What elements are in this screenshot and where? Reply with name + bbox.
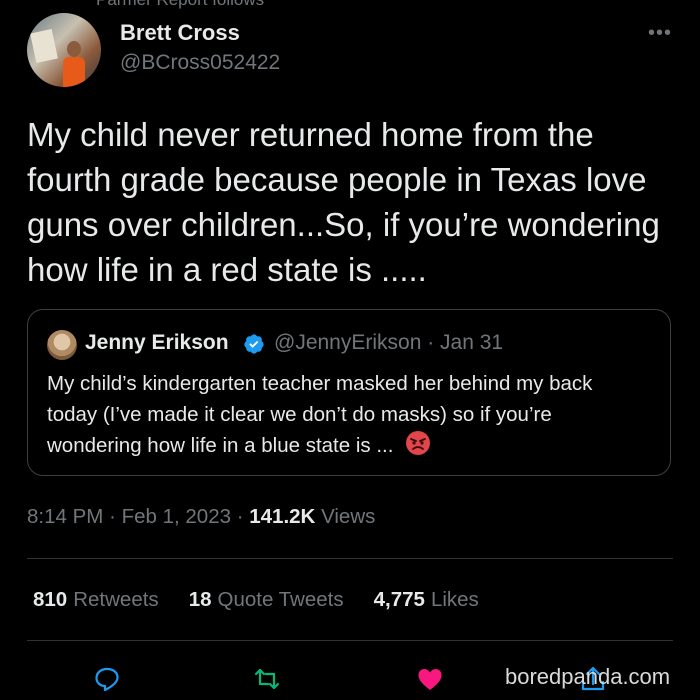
- top-context-text: Parmer Report follows: [96, 0, 264, 10]
- retweets-count: 810: [33, 588, 68, 611]
- author-handle[interactable]: @BCross052422: [120, 51, 280, 75]
- more-horizontal-icon[interactable]: •••: [648, 22, 672, 45]
- retweet-icon[interactable]: [252, 664, 282, 694]
- watermark: boredpanda.com: [505, 664, 671, 689]
- likes-stat[interactable]: 4,775 Likes: [374, 588, 479, 612]
- author-name[interactable]: Brett Cross: [120, 20, 240, 46]
- reply-icon[interactable]: [92, 664, 122, 694]
- divider: [27, 640, 673, 641]
- divider: [27, 558, 673, 559]
- likes-label: Likes: [430, 588, 479, 611]
- views-count: 141.2K: [249, 505, 316, 528]
- views-label: Views: [321, 505, 376, 528]
- retweets-label: Retweets: [73, 588, 159, 611]
- retweets-stat[interactable]: 810 Retweets: [33, 588, 159, 612]
- likes-count: 4,775: [373, 588, 425, 611]
- quoted-handle-date: @JennyErikson · Jan 31: [274, 331, 503, 355]
- engagement-stats: 810 Retweets 18 Quote Tweets 4,775 Likes: [33, 588, 479, 612]
- tweet-meta: 8:14 PM · Feb 1, 2023 · 141.2K Views: [27, 505, 375, 529]
- quoted-text: My child’s kindergarten teacher masked h…: [47, 368, 647, 461]
- quotes-stat[interactable]: 18 Quote Tweets: [189, 588, 344, 612]
- quoted-date: · Jan 31: [427, 331, 504, 354]
- tweet-text: My child never returned home from the fo…: [27, 116, 660, 288]
- verified-badge-icon: [244, 334, 264, 354]
- quotes-count: 18: [188, 588, 212, 611]
- meta-separator: ·: [109, 505, 116, 528]
- meta-separator: ·: [236, 505, 244, 528]
- tweet-time[interactable]: 8:14 PM: [27, 505, 103, 528]
- quoted-author-name[interactable]: Jenny Erikson: [85, 331, 229, 355]
- angry-face-emoji: [406, 431, 431, 455]
- quotes-label: Quote Tweets: [217, 588, 344, 611]
- quoted-text-body: My child’s kindergarten teacher masked h…: [47, 372, 593, 457]
- like-icon[interactable]: [415, 664, 445, 694]
- quoted-avatar[interactable]: [47, 330, 77, 360]
- quoted-tweet[interactable]: Jenny Erikson @JennyErikson · Jan 31 My …: [27, 309, 671, 476]
- author-avatar[interactable]: [27, 13, 101, 87]
- quoted-handle[interactable]: @JennyErikson: [274, 331, 421, 354]
- tweet-date[interactable]: Feb 1, 2023: [122, 505, 231, 528]
